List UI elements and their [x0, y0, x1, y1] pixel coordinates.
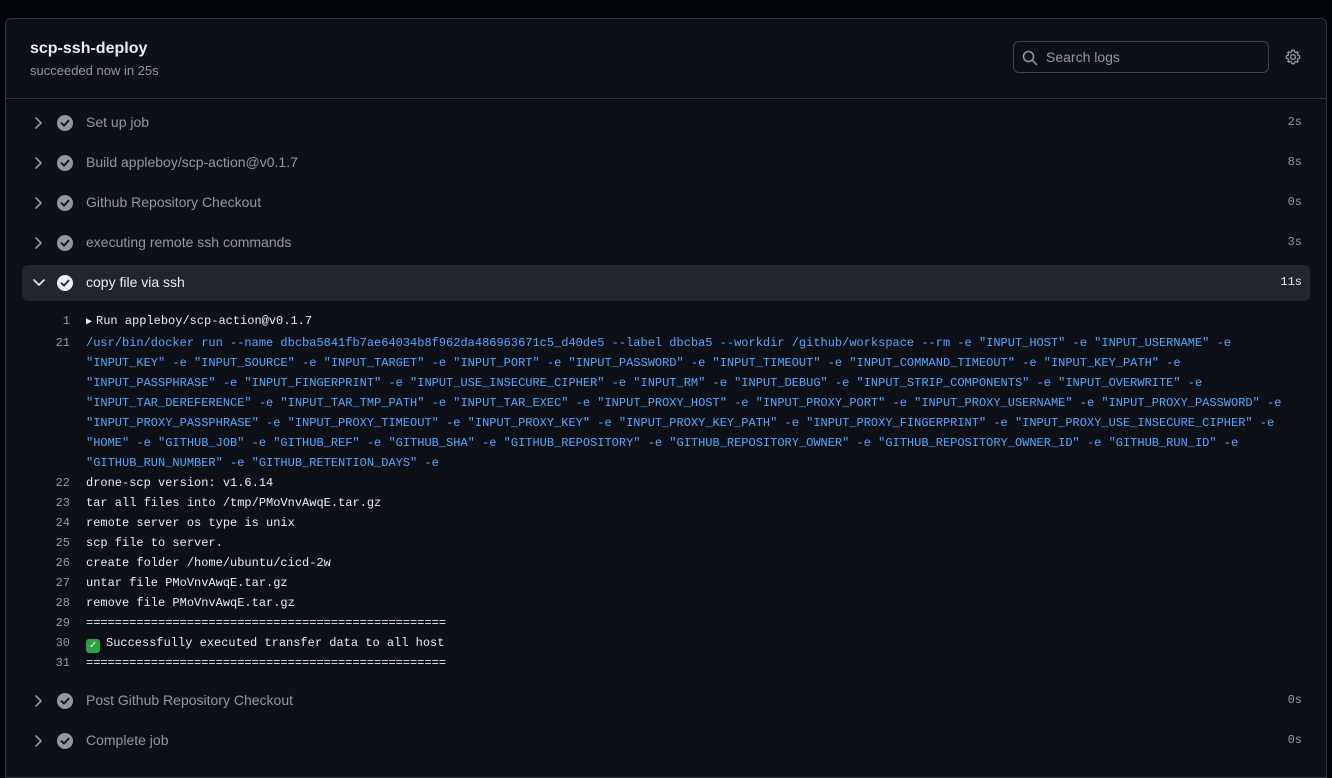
log-text: remote server os type is unix: [86, 516, 295, 530]
line-number[interactable]: 22: [22, 473, 70, 493]
check-mark-emoji-icon: ✓: [86, 639, 100, 653]
line-number[interactable]: 24: [22, 513, 70, 533]
line-number[interactable]: 1: [22, 311, 70, 331]
log-text: ========================================…: [86, 616, 447, 630]
log-line: 27 untar file PMoVnvAwqE.tar.gz: [22, 573, 1310, 593]
step-duration: 3s: [1287, 235, 1302, 249]
steps-list: Set up job 2s Build appleboy/scp-action@…: [6, 105, 1326, 763]
check-circle-icon: [57, 235, 73, 251]
step-post-repository-checkout[interactable]: Post Github Repository Checkout 0s: [22, 683, 1310, 719]
triangle-right-icon: ▶: [86, 317, 93, 328]
job-logs-panel: scp-ssh-deploy succeeded now in 25s Set …: [5, 18, 1327, 778]
log-command-text: /usr/bin/docker run --name dbcba5841fb7a…: [86, 336, 1289, 470]
job-status: succeeded now in 25s: [30, 63, 159, 78]
log-success-label: Successfully executed transfer data to a…: [106, 636, 445, 650]
search-logs-input[interactable]: [1044, 42, 1268, 72]
log-line-group[interactable]: 1 ▶ Run appleboy/scp-action@v0.1.7: [22, 311, 1310, 333]
step-name: copy file via ssh: [86, 274, 185, 290]
chevron-right-icon: [35, 157, 42, 169]
line-number[interactable]: 30: [22, 633, 70, 653]
log-line-success: 30 ✓ Successfully executed transfer data …: [22, 633, 1310, 653]
step-duration: 0s: [1287, 693, 1302, 707]
log-output: 1 ▶ Run appleboy/scp-action@v0.1.7 21 /us…: [22, 311, 1310, 673]
step-remote-ssh-commands[interactable]: executing remote ssh commands 3s: [22, 225, 1310, 261]
step-name: Post Github Repository Checkout: [86, 692, 293, 708]
log-line-command: 21 /usr/bin/docker run --name dbcba5841f…: [22, 333, 1310, 473]
check-circle-icon: [57, 155, 73, 171]
chevron-right-icon: [35, 695, 42, 707]
check-circle-icon: [57, 275, 73, 291]
step-name: Github Repository Checkout: [86, 194, 262, 210]
log-line: 24 remote server os type is unix: [22, 513, 1310, 533]
log-line: 26 create folder /home/ubuntu/cicd-2w: [22, 553, 1310, 573]
step-name: Build appleboy/scp-action@v0.1.7: [86, 154, 298, 170]
log-line: 25 scp file to server.: [22, 533, 1310, 553]
step-repository-checkout[interactable]: Github Repository Checkout 0s: [22, 185, 1310, 221]
step-name: Set up job: [86, 114, 150, 130]
search-logs-box[interactable]: [1013, 41, 1269, 73]
log-text: untar file PMoVnvAwqE.tar.gz: [86, 576, 288, 590]
check-circle-icon: [57, 115, 73, 131]
log-line: 23 tar all files into /tmp/PMoVnvAwqE.ta…: [22, 493, 1310, 513]
check-circle-icon: [57, 693, 73, 709]
step-duration: 0s: [1287, 195, 1302, 209]
step-build-action[interactable]: Build appleboy/scp-action@v0.1.7 8s: [22, 145, 1310, 181]
line-number[interactable]: 31: [22, 653, 70, 673]
step-set-up-job[interactable]: Set up job 2s: [22, 105, 1310, 141]
chevron-right-icon: [35, 735, 42, 747]
line-number[interactable]: 28: [22, 593, 70, 613]
log-text: ========================================…: [86, 656, 447, 670]
check-circle-icon: [57, 195, 73, 211]
log-success-text: ✓ Successfully executed transfer data to …: [86, 633, 1310, 653]
line-number[interactable]: 27: [22, 573, 70, 593]
gear-icon[interactable]: [1285, 49, 1301, 65]
log-line: 22 drone-scp version: v1.6.14: [22, 473, 1310, 493]
log-line: 29 =====================================…: [22, 613, 1310, 633]
line-number[interactable]: 21: [22, 333, 70, 353]
step-duration: 8s: [1287, 155, 1302, 169]
step-name: Complete job: [86, 732, 169, 748]
line-number[interactable]: 29: [22, 613, 70, 633]
step-complete-job[interactable]: Complete job 0s: [22, 723, 1310, 759]
chevron-down-icon: [33, 279, 45, 286]
line-number[interactable]: 23: [22, 493, 70, 513]
log-text: scp file to server.: [86, 536, 223, 550]
search-icon: [1022, 50, 1038, 66]
check-circle-icon: [57, 733, 73, 749]
step-duration: 11s: [1280, 275, 1302, 289]
chevron-right-icon: [35, 237, 42, 249]
step-duration: 2s: [1287, 115, 1302, 129]
log-text: tar all files into /tmp/PMoVnvAwqE.tar.g…: [86, 496, 382, 510]
step-name: executing remote ssh commands: [86, 234, 292, 250]
log-group-label: Run appleboy/scp-action@v0.1.7: [96, 314, 313, 328]
chevron-right-icon: [35, 117, 42, 129]
job-title: scp-ssh-deploy: [30, 40, 148, 57]
job-header: scp-ssh-deploy succeeded now in 25s: [6, 19, 1326, 99]
line-number[interactable]: 25: [22, 533, 70, 553]
chevron-right-icon: [35, 197, 42, 209]
log-line: 28 remove file PMoVnvAwqE.tar.gz: [22, 593, 1310, 613]
log-group-text: ▶ Run appleboy/scp-action@v0.1.7: [86, 311, 1310, 333]
log-text: remove file PMoVnvAwqE.tar.gz: [86, 596, 295, 610]
log-text: create folder /home/ubuntu/cicd-2w: [86, 556, 331, 570]
log-line: 31 =====================================…: [22, 653, 1310, 673]
log-text: drone-scp version: v1.6.14: [86, 476, 274, 490]
step-duration: 0s: [1287, 733, 1302, 747]
step-copy-file-via-ssh[interactable]: copy file via ssh 11s: [22, 265, 1310, 301]
line-number[interactable]: 26: [22, 553, 70, 573]
